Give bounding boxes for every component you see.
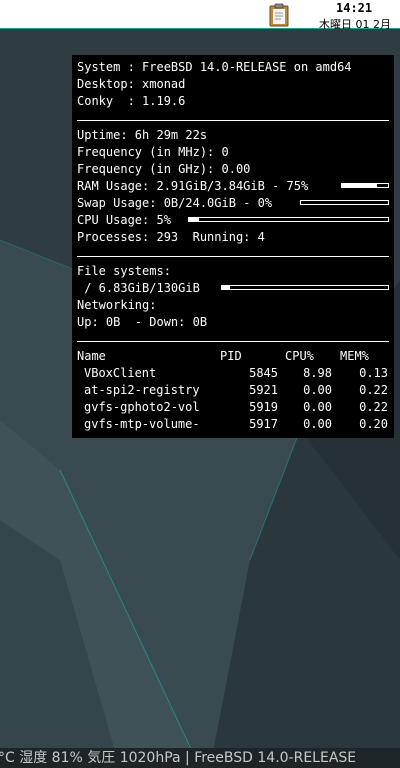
divider xyxy=(77,341,389,342)
taskbar: 14:21 木曜日 01 2月 xyxy=(0,0,400,29)
process-mem: 0.20 xyxy=(359,417,388,431)
divider xyxy=(77,256,389,257)
frequency-ghz: Frequency (in GHz): 0.00 xyxy=(77,162,251,176)
ram-usage-bar xyxy=(341,183,389,188)
process-mem: 0.22 xyxy=(359,400,388,414)
cpu-usage-bar-fill xyxy=(189,218,199,221)
ram-usage-bar-fill xyxy=(342,184,377,187)
clock-date: 木曜日 01 2月 xyxy=(319,18,391,29)
process-cpu: 0.00 xyxy=(303,417,332,431)
filesystem-root: / 6.83GiB/130GiB xyxy=(77,281,200,295)
network-traffic: Up: 0B - Down: 0B xyxy=(77,315,208,329)
processes: Processes: 293 Running: 4 xyxy=(77,230,265,244)
process-pid: 5917 xyxy=(249,417,278,431)
swap-usage: Swap Usage: 0B/24.0GiB - 0% xyxy=(77,196,273,210)
column-header-cpu: CPU% xyxy=(285,349,314,363)
process-cpu: 0.00 xyxy=(303,400,332,414)
uptime: Uptime: 6h 29m 22s xyxy=(77,128,208,142)
clipboard-icon[interactable] xyxy=(266,3,292,27)
cpu-usage-bar xyxy=(188,217,389,222)
process-mem: 0.13 xyxy=(359,366,388,380)
frequency-mhz: Frequency (in MHz): 0 xyxy=(77,145,229,159)
divider xyxy=(77,120,389,121)
process-mem: 0.22 xyxy=(359,383,388,397)
process-name: gvfs-gphoto2-vol xyxy=(84,400,200,414)
clock-time: 14:21 xyxy=(336,1,373,15)
process-pid: 5845 xyxy=(249,366,278,380)
status-bar: °C 湿度 81% 気圧 1020hPa | FreeBSD 14.0-RELE… xyxy=(0,748,400,768)
swap-usage-bar xyxy=(300,200,389,205)
process-name: at-spi2-registry xyxy=(84,383,200,397)
status-bar-text: °C 湿度 81% 気圧 1020hPa | FreeBSD 14.0-RELE… xyxy=(0,750,357,766)
filesystem-root-bar xyxy=(221,285,389,290)
ram-usage: RAM Usage: 2.91GiB/3.84GiB - 75% xyxy=(77,179,309,193)
conky-version: Conky : 1.19.6 xyxy=(77,94,186,108)
process-cpu: 8.98 xyxy=(303,366,332,380)
filesystem-root-bar-fill xyxy=(222,286,231,289)
process-pid: 5921 xyxy=(249,383,278,397)
process-pid: 5919 xyxy=(249,400,278,414)
column-header-mem: MEM% xyxy=(340,349,369,363)
process-name: gvfs-mtp-volume- xyxy=(84,417,200,431)
cpu-usage: CPU Usage: 5% xyxy=(77,213,171,227)
networking-header: Networking: xyxy=(77,298,157,312)
conky-panel: System : FreeBSD 14.0-RELEASE on amd64 D… xyxy=(72,55,394,438)
system-info: System : FreeBSD 14.0-RELEASE on amd64 xyxy=(77,60,352,74)
column-header-name: Name xyxy=(77,349,106,363)
process-name: VBoxClient xyxy=(84,366,157,380)
process-cpu: 0.00 xyxy=(303,383,332,397)
filesystems-header: File systems: xyxy=(77,264,171,278)
desktop-info: Desktop: xmonad xyxy=(77,77,186,91)
column-header-pid: PID xyxy=(220,349,242,363)
